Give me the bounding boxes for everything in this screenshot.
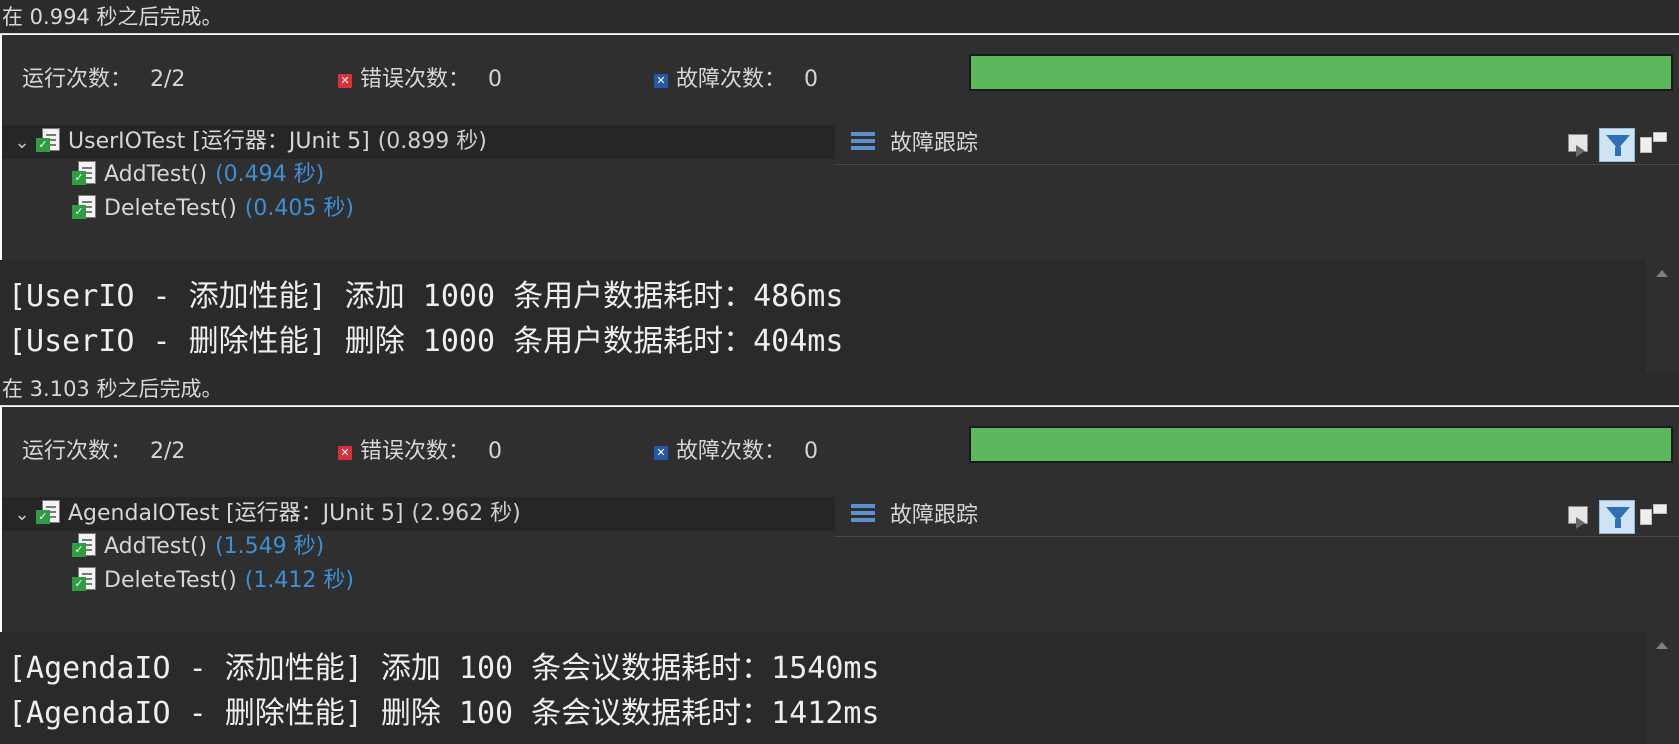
runs-value: 2/2 [150, 439, 186, 464]
test-name: DeleteTest() [104, 568, 237, 593]
failures-counter: ✕ 故障次数： 0 [654, 433, 818, 465]
test-time: (1.549 秒) [215, 534, 325, 559]
progress-bar [969, 426, 1673, 463]
layout-toggle-button[interactable] [1638, 500, 1670, 534]
console-line: [AgendaIO - 删除性能] 删除 100 条会议数据耗时：1412ms [8, 696, 880, 731]
compare-result-button[interactable] [1562, 128, 1598, 162]
test-suite-icon: ✓ [36, 127, 62, 153]
tree-row-suite[interactable]: ⌄ ✓ AgendaIOTest [运行器：JUnit 5] (2.962 秒) [2, 497, 521, 531]
runs-value: 2/2 [150, 67, 186, 92]
errors-counter: ✕ 错误次数： 0 [338, 61, 502, 93]
junit-result-panel-1: 在 0.994 秒之后完成。 运行次数： 2/2 ✕ 错误次数： 0 ✕ 故障次数： 0 … [0, 0, 1679, 372]
suite-name: AgendaIOTest [68, 501, 220, 526]
test-case-icon: ✓ [72, 566, 98, 592]
failure-trace-title: 故障跟踪 [890, 503, 979, 528]
layout-toggle-button[interactable] [1638, 128, 1670, 162]
progress-fill [971, 428, 1671, 461]
filter-trace-button[interactable] [1599, 128, 1635, 162]
counters-bar: 运行次数： 2/2 ✕ 错误次数： 0 ✕ 故障次数： 0 [2, 407, 1679, 495]
console-scrollbar[interactable] [1644, 632, 1679, 744]
test-tree[interactable]: ⌄ ✓ AgendaIOTest [运行器：JUnit 5] (2.962 秒) ✓ A… [2, 495, 835, 632]
failure-trace-pane: 故障跟踪 [835, 123, 1679, 260]
scroll-up-icon[interactable] [1656, 270, 1668, 277]
junit-result-panel-2: 在 3.103 秒之后完成。 运行次数： 2/2 ✕ 错误次数： 0 ✕ 故障次数： 0 … [0, 372, 1679, 744]
suite-time: (2.962 秒) [411, 501, 521, 526]
progress-bar [969, 54, 1673, 91]
counters-bar: 运行次数： 2/2 ✕ 错误次数： 0 ✕ 故障次数： 0 [2, 35, 1679, 123]
tree-row-test[interactable]: ✓ DeleteTest() (1.412 秒) [2, 564, 354, 598]
status-message: 在 3.103 秒之后完成。 [0, 372, 1679, 406]
errors-value: 0 [488, 439, 503, 464]
error-icon: ✕ [338, 446, 352, 460]
suite-runner: [运行器：JUnit 5] [192, 129, 370, 154]
test-name: AddTest() [104, 534, 208, 559]
error-icon: ✕ [338, 74, 352, 88]
console-text-area[interactable]: [AgendaIO - 添加性能] 添加 100 条会议数据耗时：1540ms … [0, 632, 1644, 744]
layout-toggle-icon [1640, 509, 1652, 525]
errors-label: 错误次数： [360, 439, 471, 464]
test-case-icon: ✓ [72, 160, 98, 186]
errors-value: 0 [488, 67, 503, 92]
failures-label: 故障次数： [676, 67, 787, 92]
filter-trace-button[interactable] [1599, 500, 1635, 534]
test-name: AddTest() [104, 162, 208, 187]
test-tree[interactable]: ⌄ ✓ UserIOTest [运行器：JUnit 5] (0.899 秒) ✓ Add… [2, 123, 835, 260]
errors-counter: ✕ 错误次数： 0 [338, 433, 502, 465]
failure-trace-title: 故障跟踪 [890, 131, 979, 156]
console-output: [AgendaIO - 添加性能] 添加 100 条会议数据耗时：1540ms … [0, 632, 1679, 744]
failure-trace-pane: 故障跟踪 [835, 495, 1679, 632]
failure-trace-header: 故障跟踪 [835, 123, 1679, 165]
progress-fill [971, 56, 1671, 89]
tree-row-test[interactable]: ✓ DeleteTest() (0.405 秒) [2, 192, 354, 226]
tree-row-test[interactable]: ✓ AddTest() (1.549 秒) [2, 530, 324, 564]
test-time: (0.405 秒) [244, 196, 354, 221]
test-case-icon: ✓ [72, 194, 98, 220]
console-scrollbar[interactable] [1644, 260, 1679, 372]
tree-row-test[interactable]: ✓ AddTest() (0.494 秒) [2, 158, 324, 192]
failure-icon: ✕ [654, 74, 668, 88]
console-line: [AgendaIO - 添加性能] 添加 100 条会议数据耗时：1540ms [8, 651, 880, 686]
console-output: [UserIO - 添加性能] 添加 1000 条用户数据耗时：486ms [U… [0, 260, 1679, 372]
failure-trace-header: 故障跟踪 [835, 495, 1679, 537]
failures-label: 故障次数： [676, 439, 787, 464]
errors-label: 错误次数： [360, 67, 471, 92]
console-line: [UserIO - 删除性能] 删除 1000 条用户数据耗时：404ms [8, 324, 844, 359]
test-suite-icon: ✓ [36, 499, 62, 525]
test-case-icon: ✓ [72, 532, 98, 558]
compare-result-button[interactable] [1562, 500, 1598, 534]
test-name: DeleteTest() [104, 196, 237, 221]
console-line: [UserIO - 添加性能] 添加 1000 条用户数据耗时：486ms [8, 279, 844, 314]
stack-trace-icon [851, 504, 875, 526]
runs-counter: 运行次数： 2/2 [22, 61, 185, 93]
failures-counter: ✕ 故障次数： 0 [654, 61, 818, 93]
test-time: (1.412 秒) [244, 568, 354, 593]
status-message: 在 0.994 秒之后完成。 [0, 0, 1679, 34]
failures-value: 0 [804, 439, 819, 464]
stack-trace-icon [851, 132, 875, 154]
layout-toggle-icon [1640, 137, 1652, 153]
failure-icon: ✕ [654, 446, 668, 460]
runs-counter: 运行次数： 2/2 [22, 433, 185, 465]
console-text-area[interactable]: [UserIO - 添加性能] 添加 1000 条用户数据耗时：486ms [U… [0, 260, 1644, 372]
chevron-down-icon[interactable]: ⌄ [14, 498, 30, 532]
failures-value: 0 [804, 67, 819, 92]
suite-time: (0.899 秒) [377, 129, 487, 154]
runs-label: 运行次数： [22, 67, 133, 92]
runs-label: 运行次数： [22, 439, 133, 464]
scroll-up-icon[interactable] [1656, 642, 1668, 649]
tree-row-suite[interactable]: ⌄ ✓ UserIOTest [运行器：JUnit 5] (0.899 秒) [2, 125, 487, 159]
suite-runner: [运行器：JUnit 5] [226, 501, 404, 526]
suite-name: UserIOTest [68, 129, 186, 154]
test-time: (0.494 秒) [215, 162, 325, 187]
chevron-down-icon[interactable]: ⌄ [14, 126, 30, 160]
